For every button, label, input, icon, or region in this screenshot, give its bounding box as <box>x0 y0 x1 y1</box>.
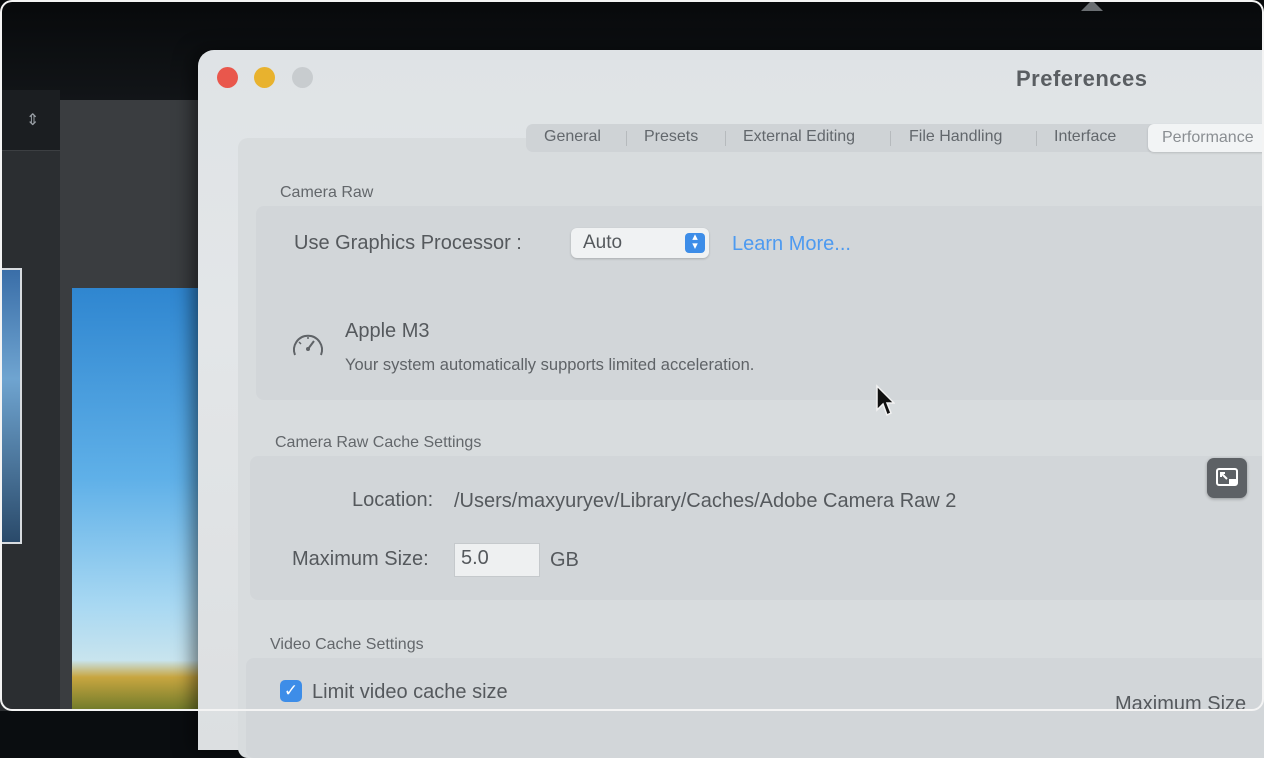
gpu-name: Apple M3 <box>345 320 430 342</box>
menu-arrow-icon <box>1081 0 1103 11</box>
tab-divider <box>1036 131 1037 146</box>
tab-divider <box>626 131 627 146</box>
gpu-description: Your system automatically supports limit… <box>345 356 755 374</box>
camera-raw-section-label: Camera Raw <box>280 184 374 201</box>
tab-divider <box>890 131 891 146</box>
background-thumbnail <box>0 268 22 544</box>
picture-in-picture-icon <box>1216 468 1238 486</box>
tab-external-editing[interactable]: External Editing <box>743 128 855 146</box>
location-label: Location: <box>352 489 434 511</box>
window-title: Preferences <box>1016 66 1148 91</box>
cache-section-label: Camera Raw Cache Settings <box>275 434 482 451</box>
mouse-pointer-icon <box>876 384 895 417</box>
title-bar: Preferences <box>198 50 1264 106</box>
cache-group <box>250 456 1264 600</box>
max-size-input[interactable] <box>455 544 531 572</box>
tab-general[interactable]: General <box>544 128 601 146</box>
background-toolbar: ⇕ <box>0 90 60 151</box>
video-cache-group <box>246 658 1264 758</box>
tab-divider <box>725 131 726 146</box>
gpu-popup-button[interactable]: Auto ▴ ▾ <box>571 228 709 258</box>
max-size-field[interactable] <box>454 543 540 577</box>
location-path: /Users/maxyuryev/Library/Caches/Adobe Ca… <box>454 490 957 512</box>
tab-performance[interactable]: Performance <box>1148 124 1264 152</box>
sort-icon: ⇕ <box>26 112 40 129</box>
video-max-size-label: Maximum Size <box>1115 693 1247 715</box>
max-size-label: Maximum Size: <box>292 548 429 570</box>
tab-file-handling[interactable]: File Handling <box>909 128 1002 146</box>
background-photo <box>72 288 200 711</box>
gauge-icon <box>293 334 323 356</box>
gpu-label: Use Graphics Processor : <box>294 232 522 254</box>
popup-chevrons-icon: ▴ ▾ <box>685 232 705 253</box>
limit-video-cache-label: Limit video cache size <box>312 681 508 703</box>
limit-video-cache-checkbox[interactable]: ✓ <box>280 680 302 702</box>
learn-more-link[interactable]: Learn More... <box>732 233 851 256</box>
minimize-window-button[interactable] <box>254 67 275 88</box>
gpu-popup-value: Auto <box>583 232 623 253</box>
tab-presets[interactable]: Presets <box>644 128 698 146</box>
zoom-window-button[interactable] <box>292 67 313 88</box>
video-cache-section-label: Video Cache Settings <box>270 636 424 653</box>
preferences-tab-bar: General Presets External Editing File Ha… <box>526 124 1264 152</box>
tab-interface[interactable]: Interface <box>1054 128 1116 146</box>
preferences-window: Preferences General Presets External Edi… <box>198 50 1264 758</box>
picture-in-picture-button[interactable] <box>1207 458 1247 498</box>
max-size-unit: GB <box>550 549 579 571</box>
close-window-button[interactable] <box>217 67 238 88</box>
